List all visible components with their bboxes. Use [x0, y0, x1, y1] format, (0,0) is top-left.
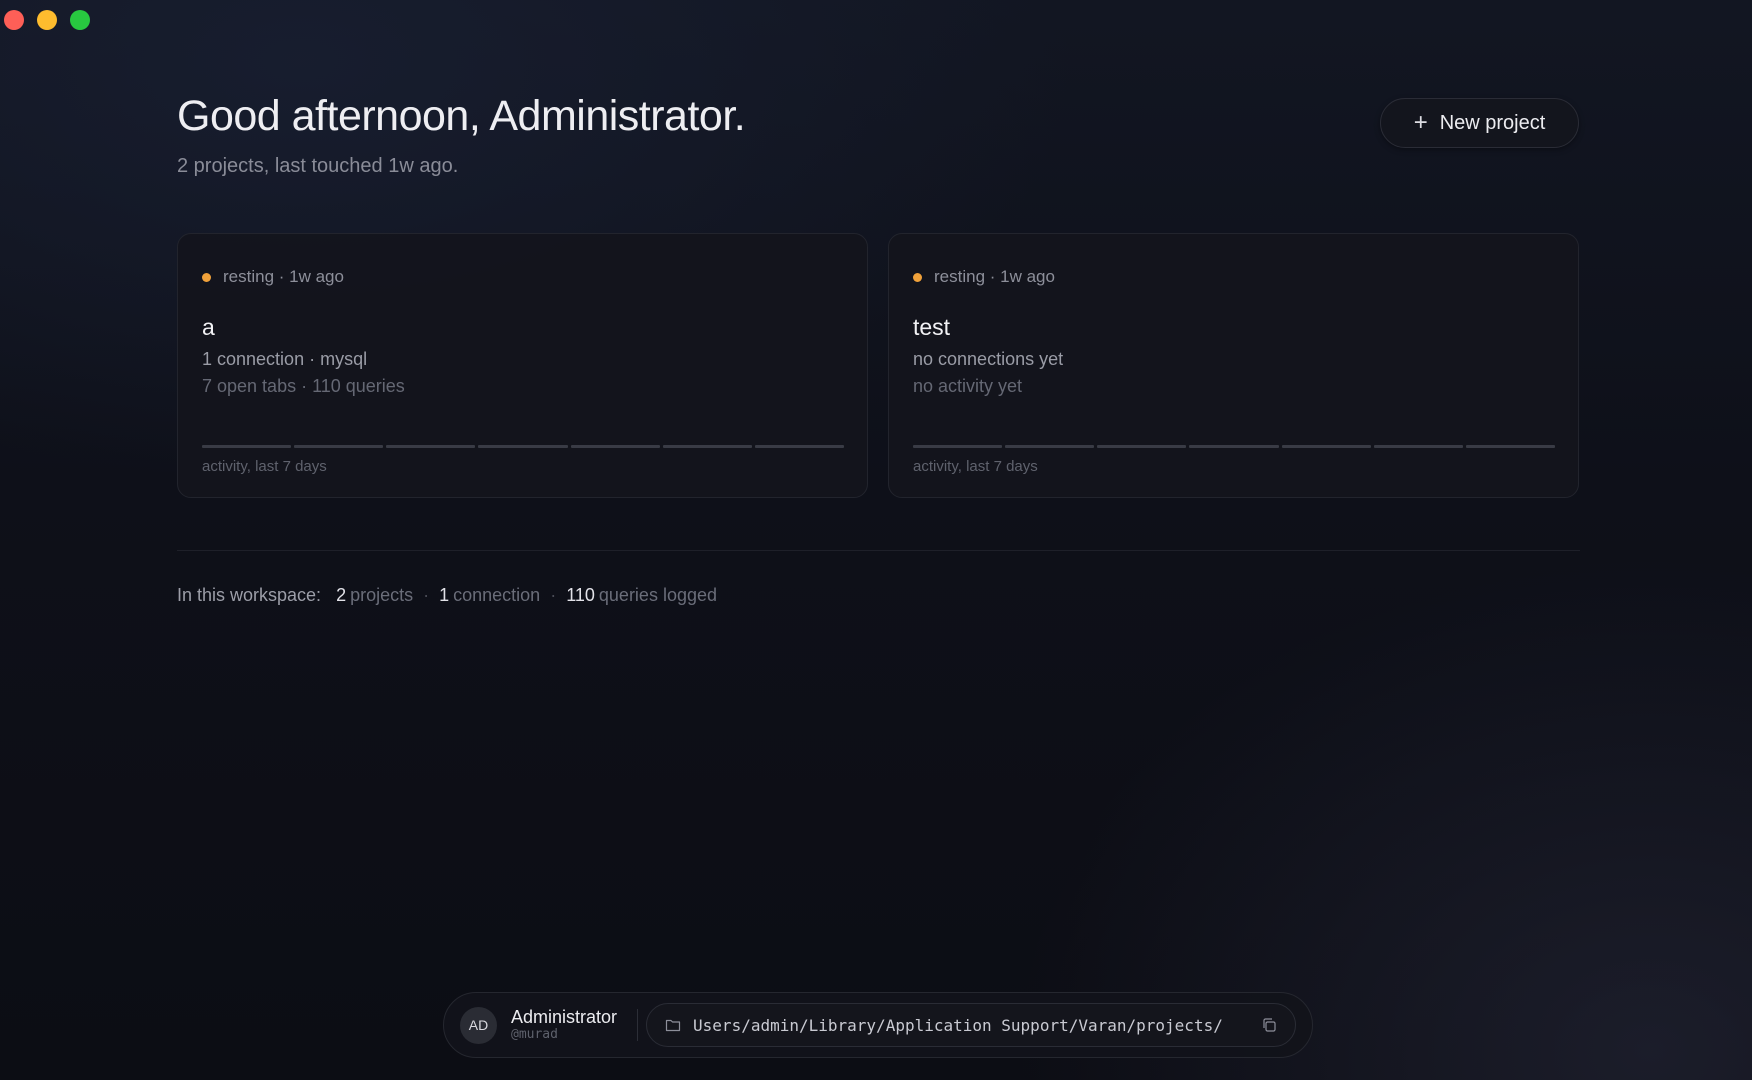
new-project-label: New project: [1439, 111, 1546, 134]
activity-day-bar: [570, 445, 660, 448]
page-header: Good afternoon, Administrator. 2 project…: [177, 92, 746, 178]
close-window-button[interactable]: [4, 10, 24, 30]
queries-count: 110: [566, 585, 595, 605]
project-card-test[interactable]: resting · 1w ago test no connections yet…: [888, 233, 1579, 498]
page-title: Good afternoon, Administrator.: [177, 92, 746, 140]
zoom-window-button[interactable]: [70, 10, 90, 30]
activity-day-bar: [1005, 445, 1095, 448]
project-connections: no connections yet: [913, 349, 1064, 369]
status-text: resting · 1w ago: [223, 267, 344, 286]
stats-separator: ·: [550, 585, 557, 605]
activity-day-bar: [1097, 445, 1187, 448]
projects-path: Users/admin/Library/Application Support/…: [693, 1015, 1223, 1035]
page-subtitle: 2 projects, last touched 1w ago.: [177, 155, 459, 177]
window-controls: [4, 10, 90, 30]
user-info: Administrator @murad: [511, 1007, 617, 1043]
new-project-button[interactable]: + New project: [1380, 98, 1579, 148]
copy-icon[interactable]: [1261, 1017, 1277, 1033]
workspace-stats-label: In this workspace:: [177, 585, 322, 605]
project-activity-summary: 7 open tabs · 110 queries: [202, 376, 405, 396]
projects-unit: projects: [350, 585, 414, 605]
activity-day-bar: [662, 445, 752, 448]
activity-day-bar: [478, 445, 568, 448]
activity-label: activity, last 7 days: [913, 458, 1038, 475]
project-cards: resting · 1w ago a 1 connection · mysql …: [177, 233, 1579, 498]
activity-day-bar: [1281, 445, 1371, 448]
status-dot-icon: [913, 272, 922, 282]
project-name: test: [913, 314, 951, 340]
activity-day-bar: [386, 445, 476, 448]
user-handle: @murad: [511, 1027, 558, 1042]
activity-day-bar: [1189, 445, 1279, 448]
activity-label: activity, last 7 days: [202, 458, 327, 475]
activity-day-bar: [1465, 445, 1555, 448]
activity-sparkline: [202, 445, 844, 448]
project-activity-summary: no activity yet: [913, 376, 1023, 396]
plus-icon: +: [1413, 109, 1428, 136]
avatar[interactable]: AD: [460, 1006, 497, 1044]
status-dot-icon: [202, 272, 211, 282]
connections-count: 1: [439, 585, 450, 605]
connections-unit: connection: [453, 585, 541, 605]
project-status: resting · 1w ago: [202, 267, 344, 287]
project-card-a[interactable]: resting · 1w ago a 1 connection · mysql …: [177, 233, 868, 498]
section-divider: [177, 550, 1580, 551]
activity-day-bar: [754, 445, 844, 448]
workspace-stats: In this workspace: 2 projects · 1 connec…: [177, 585, 717, 606]
user-name: Administrator: [511, 1007, 618, 1027]
queries-unit: queries logged: [598, 585, 717, 605]
project-name: a: [202, 314, 215, 340]
project-status: resting · 1w ago: [913, 267, 1055, 287]
activity-day-bar: [1373, 445, 1463, 448]
activity-day-bar: [913, 445, 1003, 448]
activity-day-bar: [294, 445, 384, 448]
minimize-window-button[interactable]: [37, 10, 57, 30]
projects-count: 2: [336, 585, 347, 605]
activity-day-bar: [202, 445, 292, 448]
status-text: resting · 1w ago: [934, 267, 1055, 286]
user-footer-bar: AD Administrator @murad Users/admin/Libr…: [443, 992, 1313, 1058]
projects-path-field[interactable]: Users/admin/Library/Application Support/…: [646, 1003, 1297, 1047]
project-connections: 1 connection · mysql: [202, 349, 368, 369]
activity-sparkline: [913, 445, 1555, 448]
footer-divider: [637, 1009, 639, 1041]
folder-icon: [665, 1019, 681, 1032]
stats-separator: ·: [423, 585, 430, 605]
